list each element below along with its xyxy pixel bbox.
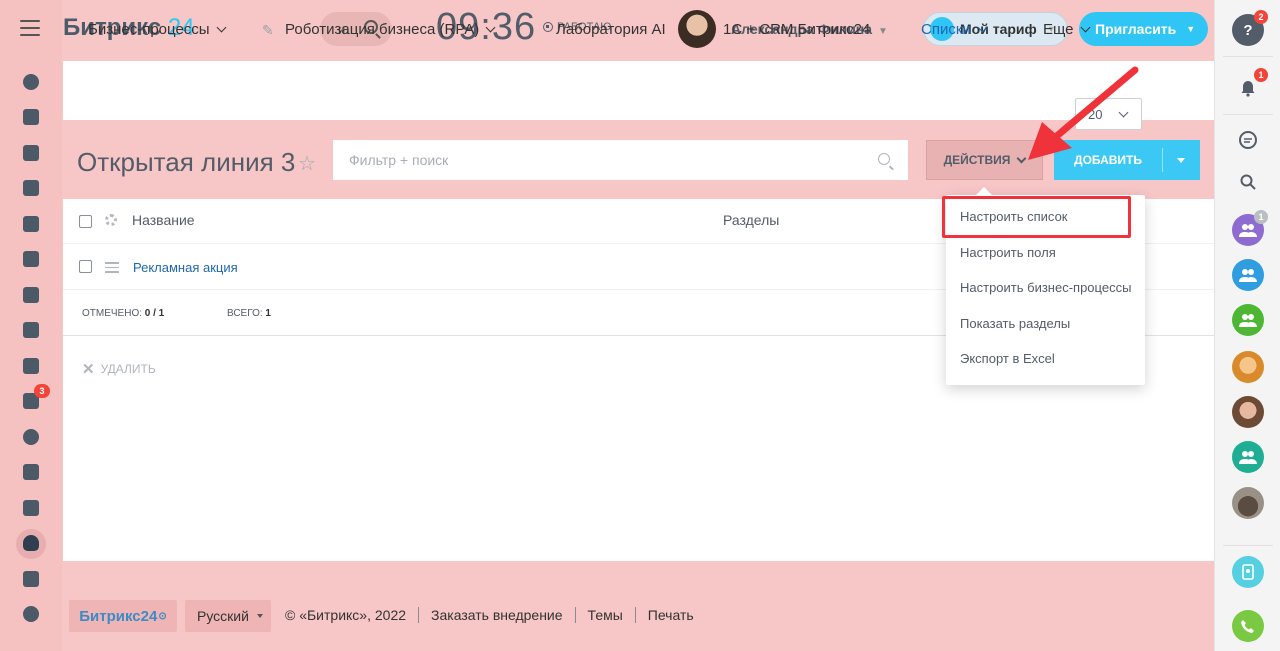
sidebar-item-shop[interactable] [0, 455, 62, 491]
group-chat-icon[interactable] [1232, 304, 1264, 336]
gear-icon[interactable] [105, 214, 117, 226]
sidebar-item-mail[interactable] [0, 277, 62, 313]
highlight-frame [942, 196, 1131, 238]
column-header-sections[interactable]: Разделы [723, 212, 779, 228]
invite-button[interactable]: Пригласить ▼ [1079, 12, 1208, 46]
add-dropdown-arrow-icon[interactable] [1177, 157, 1185, 163]
menu-icon[interactable] [20, 20, 40, 36]
left-sidebar: 3 [0, 0, 62, 651]
row-checkbox[interactable] [79, 260, 92, 273]
sidebar-item-target[interactable] [0, 419, 62, 455]
groups-icon [23, 322, 39, 339]
phone-icon[interactable] [1232, 610, 1264, 642]
dropdown-arrow-icon [256, 614, 263, 618]
search-icon [878, 153, 890, 165]
help-icon[interactable]: ? 2 [1232, 10, 1268, 46]
sidebar-item-crm[interactable]: 3 [0, 383, 62, 420]
pencil-icon[interactable]: ✎ [262, 22, 276, 38]
target-icon [23, 428, 39, 445]
checklist-icon [23, 357, 39, 374]
feed-icon [23, 73, 39, 90]
notification-bell-icon[interactable]: 1 [1232, 68, 1268, 104]
phone-book-icon[interactable] [1232, 556, 1264, 588]
tasks-icon [23, 109, 39, 126]
sidebar-item-contacts[interactable] [0, 490, 62, 526]
calendar-icon [23, 180, 39, 197]
sidebar-item-box[interactable] [0, 561, 62, 597]
group-chat-icon[interactable] [1232, 441, 1264, 473]
right-sidebar: ? 2 1 1 [1214, 0, 1280, 651]
chevron-down-icon [977, 22, 988, 33]
chevron-down-icon [23, 606, 39, 623]
footer-link-print[interactable]: Печать [648, 607, 694, 623]
copyright: © «Битрикс», 2022 [285, 607, 407, 623]
cart-icon [23, 464, 39, 481]
sidebar-item-calendar[interactable] [0, 171, 62, 207]
tab-1c-crm[interactable]: 1С + CRM Битрикс24 [723, 21, 870, 38]
chevron-down-icon [485, 22, 496, 33]
star-icon[interactable]: ☆ [298, 151, 316, 176]
footer-links: © «Битрикс», 2022 Заказать внедрение Тем… [285, 607, 694, 623]
row-name-link[interactable]: Рекламная акция [133, 260, 238, 275]
sidebar-item-robot[interactable] [0, 526, 62, 562]
tab-business-processes[interactable]: Бизнес-процессы [88, 21, 227, 38]
tab-rpa[interactable]: Роботизация бизнеса (RPA) [285, 21, 496, 38]
footer-link-order[interactable]: Заказать внедрение [431, 607, 563, 623]
sidebar-item-tasks[interactable] [0, 100, 62, 136]
sidebar-item-feed[interactable] [0, 64, 62, 100]
footer-link-themes[interactable]: Темы [588, 607, 623, 623]
mail-icon [23, 286, 39, 303]
footer-logo[interactable]: Битрикс24 ⊙ [69, 600, 177, 632]
chat-icon [23, 144, 39, 161]
menu-item-show-sections[interactable]: Показать разделы [960, 316, 1070, 331]
group-chat-icon[interactable] [1232, 259, 1264, 291]
close-icon: ✕ [82, 361, 95, 378]
column-header-name[interactable]: Название [132, 212, 195, 228]
chevron-down-icon [1080, 22, 1090, 33]
page-title: Открытая линия 3 [77, 147, 296, 177]
chevron-down-icon [216, 22, 227, 33]
stop-icon [543, 22, 553, 32]
select-all-checkbox[interactable] [79, 215, 92, 228]
search-icon[interactable] [1232, 166, 1264, 198]
box-icon [23, 570, 39, 587]
sidebar-counter: 3 [34, 383, 50, 398]
annotation-arrow-icon [1028, 66, 1139, 160]
tab-lists[interactable]: Списки [921, 21, 988, 38]
avatar[interactable] [1232, 396, 1264, 428]
drive-icon [23, 251, 39, 268]
sidebar-item-checklist[interactable] [0, 348, 62, 384]
document-icon [23, 215, 39, 232]
menu-item-configure-bp[interactable]: Настроить бизнес-процессы [960, 280, 1131, 295]
sidebar-item-docs[interactable] [0, 206, 62, 242]
language-select[interactable]: Русский [185, 600, 271, 632]
tab-ai-lab[interactable]: Лаборатория AI [556, 21, 666, 38]
group-chat-icon[interactable]: 1 [1232, 210, 1268, 246]
sidebar-item-chat[interactable] [0, 135, 62, 171]
tab-more[interactable]: Еще [1043, 21, 1090, 38]
sidebar-item-groups[interactable] [0, 313, 62, 349]
sidebar-item-drive[interactable] [0, 242, 62, 278]
menu-item-configure-fields[interactable]: Настроить поля [960, 245, 1056, 260]
messenger-icon[interactable] [1232, 124, 1264, 156]
delete-button[interactable]: ✕ УДАЛИТЬ [82, 360, 156, 378]
filter-search-input[interactable]: Фильтр + поиск [333, 140, 908, 180]
drag-handle-icon[interactable] [105, 262, 119, 276]
avatar[interactable] [678, 10, 716, 48]
checked-count: ОТМЕЧЕНО: 0 / 1 [82, 308, 165, 319]
robot-icon [23, 535, 39, 552]
sidebar-item-more[interactable] [0, 597, 62, 633]
total-count: ВСЕГО: 1 [227, 308, 271, 319]
contact-card-icon [23, 499, 39, 516]
avatar[interactable] [1232, 351, 1264, 383]
menu-item-export-excel[interactable]: Экспорт в Excel [960, 351, 1055, 366]
avatar[interactable] [1232, 487, 1264, 519]
